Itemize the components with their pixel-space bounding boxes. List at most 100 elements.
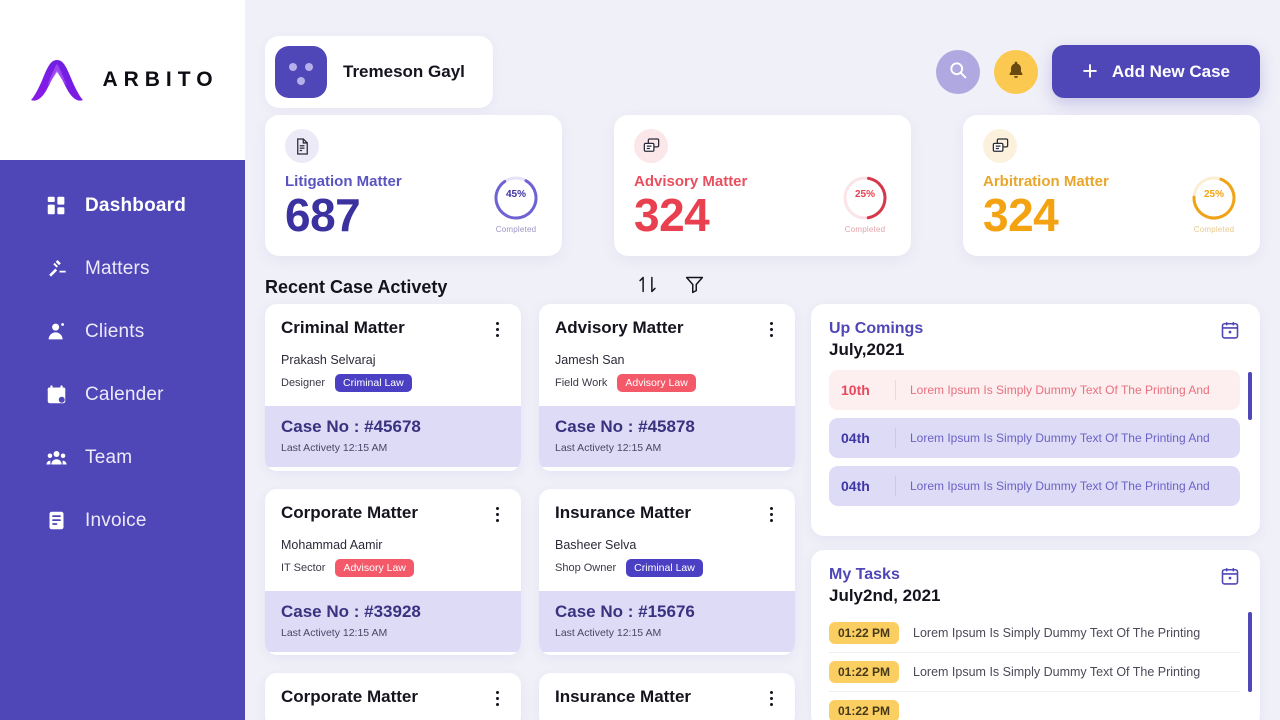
calendar-icon: [45, 384, 67, 406]
recent-cases-list: Criminal Matter Prakash Selvaraj Designe…: [265, 304, 795, 720]
case-card[interactable]: Corporate Matter: [265, 673, 521, 720]
sidebar-item-invoice[interactable]: Invoice: [0, 489, 245, 552]
sidebar-item-calender[interactable]: Calender: [0, 363, 245, 426]
divider: [895, 428, 896, 448]
case-role: IT Sector: [281, 561, 326, 574]
team-people-icon: [45, 447, 67, 469]
upcoming-text: Lorem Ipsum Is Simply Dummy Text Of The …: [910, 431, 1210, 445]
grid-dashboard-icon: [45, 195, 67, 217]
task-time-badge: 01:22 PM: [829, 622, 900, 644]
scrollbar-thumb[interactable]: [1248, 612, 1252, 692]
case-person: Jamesh San: [555, 353, 625, 367]
case-last-activity: Last Activety 12:15 AM: [281, 442, 388, 454]
panel-title: Up Comings: [829, 320, 924, 337]
kebab-menu-icon[interactable]: [490, 503, 505, 526]
sort-arrows-icon[interactable]: [637, 274, 658, 300]
stat-card-arbitration[interactable]: Arbitration Matter 324 25% Completed: [963, 115, 1260, 256]
stat-completed-label: Completed: [495, 225, 537, 234]
sidebar-item-label: Calender: [85, 383, 164, 405]
notifications-button[interactable]: [994, 49, 1039, 94]
dashboard-content: Criminal Matter Prakash Selvaraj Designe…: [265, 304, 1260, 720]
sidebar-item-team[interactable]: Team: [0, 426, 245, 489]
stat-card-advisory[interactable]: Advisory Matter 324 25% Completed: [614, 115, 911, 256]
case-person: Prakash Selvaraj: [281, 353, 376, 367]
case-role: Shop Owner: [555, 561, 617, 574]
stat-cards: Litigation Matter 687 45% Completed Advi…: [265, 115, 1260, 256]
upcomings-list: 10th Lorem Ipsum Is Simply Dummy Text Of…: [829, 370, 1240, 506]
task-text: Lorem Ipsum Is Simply Dummy Text Of The …: [913, 665, 1201, 679]
status-badge: Advisory Law: [335, 558, 414, 577]
kebab-menu-icon[interactable]: [764, 318, 779, 341]
kebab-menu-icon[interactable]: [490, 318, 505, 341]
invoice-document-icon: [45, 510, 67, 532]
list-item[interactable]: 04th Lorem Ipsum Is Simply Dummy Text Of…: [829, 418, 1240, 458]
sidebar-item-label: Invoice: [85, 509, 147, 531]
calendar-icon[interactable]: [1220, 566, 1240, 586]
case-person: Mohammad Aamir: [281, 537, 383, 552]
case-card[interactable]: Criminal Matter Prakash Selvaraj Designe…: [265, 304, 521, 471]
kebab-menu-icon[interactable]: [764, 687, 779, 710]
case-last-activity: Last Activety 12:15 AM: [281, 626, 388, 639]
sidebar-item-matters[interactable]: Matters: [0, 237, 245, 300]
sidebar-item-label: Dashboard: [85, 194, 187, 216]
list-item[interactable]: 01:22 PM Lorem Ipsum Is Simply Dummy Tex…: [829, 653, 1240, 692]
list-item[interactable]: 10th Lorem Ipsum Is Simply Dummy Text Of…: [829, 370, 1240, 410]
upcoming-day: 04th: [841, 430, 870, 446]
calendar-icon[interactable]: [1220, 320, 1240, 340]
stat-percent: 45%: [505, 189, 526, 200]
divider: [895, 476, 896, 496]
right-column: Up Comings July,2021 10th Lorem Ipsum Is…: [811, 304, 1260, 720]
completion-donut: 45% Completed: [492, 174, 540, 234]
brand-logo: ARBITO: [0, 0, 245, 160]
page-title: Recent Case Activety: [265, 276, 448, 297]
case-card[interactable]: Insurance Matter: [539, 673, 795, 720]
filter-funnel-icon[interactable]: [684, 274, 705, 300]
completion-donut: 25% Completed: [1190, 174, 1238, 234]
bell-icon: [1006, 60, 1026, 83]
panel-date: July2nd, 2021: [829, 586, 941, 605]
document-edit-icon: [285, 129, 319, 163]
kebab-menu-icon[interactable]: [490, 687, 505, 710]
sidebar-item-label: Matters: [85, 257, 150, 279]
list-item[interactable]: 04th Lorem Ipsum Is Simply Dummy Text Of…: [829, 466, 1240, 506]
add-new-case-button[interactable]: + Add New Case: [1052, 45, 1260, 98]
header-actions: + Add New Case: [936, 45, 1260, 98]
my-tasks-panel: My Tasks July2nd, 2021 01:22 PM Lorem Ip…: [811, 550, 1260, 720]
gavel-icon: [45, 258, 67, 280]
status-badge: Criminal Law: [626, 558, 703, 577]
list-item[interactable]: 01:22 PM Lorem Ipsum Is Simply Dummy Tex…: [829, 614, 1240, 653]
search-icon: [948, 60, 968, 83]
list-item[interactable]: 01:22 PM: [829, 692, 1240, 720]
stat-percent: 25%: [1203, 189, 1224, 200]
case-title: Corporate Matter: [281, 502, 418, 522]
task-time-badge: 01:22 PM: [829, 700, 900, 720]
client-person-icon: [45, 321, 67, 343]
case-title: Criminal Matter: [281, 318, 405, 337]
app-root: ARBITO Dashboard Matters Clients Calende…: [0, 0, 1280, 720]
sidebar: ARBITO Dashboard Matters Clients Calende…: [0, 0, 245, 720]
add-new-case-label: Add New Case: [1111, 61, 1230, 81]
sidebar-item-label: Team: [85, 446, 133, 468]
sidebar-item-clients[interactable]: Clients: [0, 300, 245, 363]
completion-donut: 25% Completed: [841, 174, 889, 234]
sidebar-nav: Dashboard Matters Clients Calender Team …: [0, 160, 245, 552]
case-number: Case No : #33928: [281, 601, 421, 621]
search-button[interactable]: [936, 49, 981, 94]
case-title: Corporate Matter: [281, 687, 418, 707]
panel-date: July,2021: [829, 340, 905, 359]
case-last-activity: Last Activety 12:15 AM: [555, 626, 662, 639]
main-content: Tremeson Gayl + Add New Case Litigation …: [245, 0, 1280, 720]
case-title: Insurance Matter: [555, 687, 692, 707]
kebab-menu-icon[interactable]: [764, 503, 779, 526]
case-number: Case No : #15676: [555, 601, 695, 621]
case-card[interactable]: Insurance Matter Basheer Selva Shop Owne…: [539, 488, 795, 656]
user-chip[interactable]: Tremeson Gayl: [265, 35, 493, 108]
scrollbar-thumb[interactable]: [1248, 372, 1252, 420]
case-card[interactable]: Advisory Matter Jamesh San Field Work Ad…: [539, 304, 795, 471]
sidebar-item-dashboard[interactable]: Dashboard: [0, 174, 245, 237]
case-card[interactable]: Corporate Matter Mohammad Aamir IT Secto…: [265, 488, 521, 656]
tasks-list: 01:22 PM Lorem Ipsum Is Simply Dummy Tex…: [829, 614, 1240, 720]
case-last-activity: Last Activety 12:15 AM: [555, 442, 662, 454]
recent-section-header: Recent Case Activety: [265, 270, 1260, 304]
stat-card-litigation[interactable]: Litigation Matter 687 45% Completed: [265, 115, 562, 256]
